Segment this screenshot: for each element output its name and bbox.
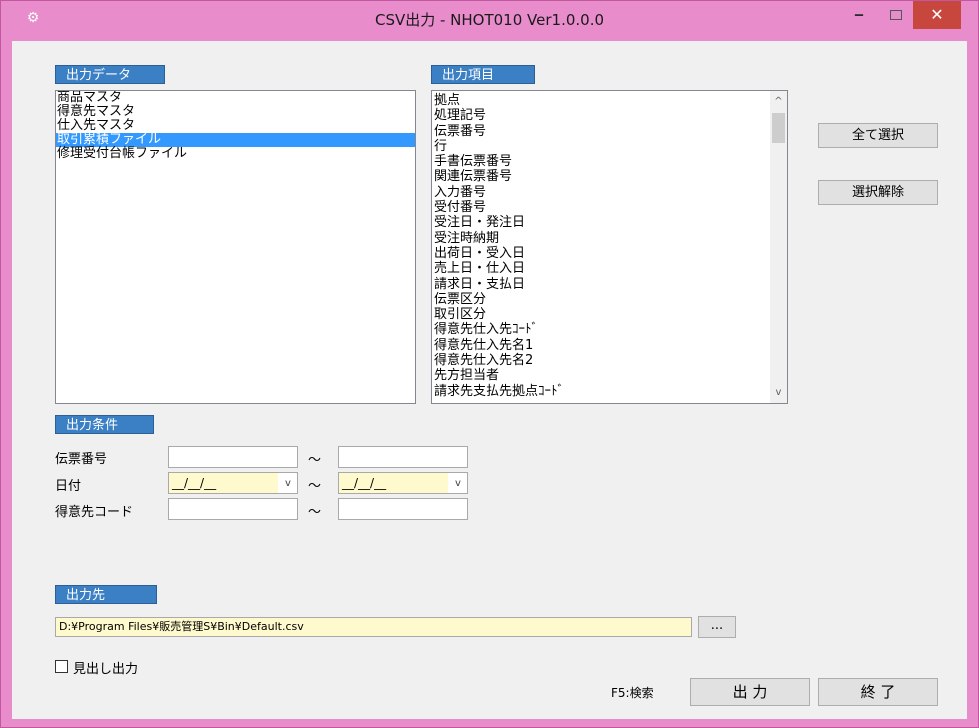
minimize-button[interactable]: ‒ bbox=[839, 1, 879, 29]
exit-button[interactable]: 終 了 bbox=[818, 678, 938, 706]
scroll-up-icon[interactable]: ^ bbox=[770, 93, 787, 110]
output-data-item[interactable]: 仕入先マスタ bbox=[56, 119, 415, 133]
range-separator: ～ bbox=[308, 505, 322, 520]
date-from-picker[interactable]: __/__/__ v bbox=[168, 472, 298, 494]
output-item[interactable]: 手書伝票番号 bbox=[433, 154, 564, 169]
output-item[interactable]: 得意先仕入先ｺｰﾄﾞ bbox=[433, 322, 564, 337]
output-item[interactable]: 取引区分 bbox=[433, 307, 564, 322]
scroll-thumb[interactable] bbox=[772, 113, 785, 143]
output-path-input[interactable]: D:¥Program Files¥販売管理S¥Bin¥Default.csv bbox=[55, 617, 692, 637]
output-data-list[interactable]: 商品マスタ 得意先マスタ 仕入先マスタ 取引累積ファイル 修理受付台帳ファイル bbox=[55, 90, 416, 404]
maximize-button[interactable] bbox=[879, 1, 913, 29]
slip-number-to-input[interactable] bbox=[338, 446, 468, 468]
output-item[interactable]: 入力番号 bbox=[433, 185, 564, 200]
output-item[interactable]: 先方担当者 bbox=[433, 368, 564, 383]
date-to-picker[interactable]: __/__/__ v bbox=[338, 472, 468, 494]
title-bar[interactable]: ⚙ CSV出力 - NHOT010 Ver1.0.0.0 ‒ ✕ bbox=[1, 1, 978, 41]
customer-code-to-input[interactable] bbox=[338, 498, 468, 520]
output-item[interactable]: 処理記号 bbox=[433, 108, 564, 123]
chevron-down-icon[interactable]: v bbox=[451, 473, 465, 493]
range-separator: ～ bbox=[308, 453, 322, 468]
output-data-item[interactable]: 修理受付台帳ファイル bbox=[56, 147, 415, 161]
date-from-value[interactable]: __/__/__ bbox=[169, 473, 278, 493]
output-item[interactable]: 拠点 bbox=[433, 93, 564, 108]
output-item[interactable]: 受注時納期 bbox=[433, 231, 564, 246]
customer-code-from-input[interactable] bbox=[168, 498, 298, 520]
client-area: 出力データ 商品マスタ 得意先マスタ 仕入先マスタ 取引累積ファイル 修理受付台帳ファイ… bbox=[12, 41, 967, 719]
output-item[interactable]: 受注日・発注日 bbox=[433, 215, 564, 230]
output-data-item[interactable]: 得意先マスタ bbox=[56, 105, 415, 119]
output-data-item[interactable]: 取引累積ファイル bbox=[56, 133, 415, 147]
slip-number-label: 伝票番号 bbox=[55, 452, 108, 467]
output-data-header: 出力データ bbox=[55, 65, 165, 84]
output-item[interactable]: 請求日・支払日 bbox=[433, 277, 564, 292]
chevron-down-icon[interactable]: v bbox=[281, 473, 295, 493]
output-items-header: 出力項目 bbox=[431, 65, 535, 84]
output-data-item[interactable]: 商品マスタ bbox=[56, 91, 415, 105]
output-item[interactable]: 伝票区分 bbox=[433, 292, 564, 307]
window-title: CSV出力 - NHOT010 Ver1.0.0.0 bbox=[374, 11, 605, 29]
output-conditions-header: 出力条件 bbox=[55, 415, 154, 434]
output-item[interactable]: 出荷日・受入日 bbox=[433, 246, 564, 261]
heading-output-checkbox[interactable] bbox=[55, 660, 68, 673]
maximize-icon bbox=[890, 10, 902, 20]
output-items-scrollbar[interactable]: ^ v bbox=[770, 91, 787, 403]
select-all-button[interactable]: 全て選択 bbox=[818, 123, 938, 148]
output-item[interactable]: 関連伝票番号 bbox=[433, 169, 564, 184]
date-to-value[interactable]: __/__/__ bbox=[339, 473, 448, 493]
output-destination-header: 出力先 bbox=[55, 585, 157, 604]
output-item[interactable]: 得意先仕入先名2 bbox=[433, 353, 564, 368]
browse-button[interactable]: ... bbox=[698, 616, 736, 638]
csv-output-window: ⚙ CSV出力 - NHOT010 Ver1.0.0.0 ‒ ✕ 出力データ 商… bbox=[0, 0, 979, 728]
output-item[interactable]: 伝票番号 bbox=[433, 124, 564, 139]
heading-output-label: 見出し出力 bbox=[73, 662, 139, 677]
output-item[interactable]: 受付番号 bbox=[433, 200, 564, 215]
close-button[interactable]: ✕ bbox=[913, 1, 961, 29]
f5-search-hint: F5:検索 bbox=[611, 686, 654, 700]
output-item[interactable]: 売上日・仕入日 bbox=[433, 261, 564, 276]
date-label: 日付 bbox=[55, 479, 82, 494]
range-separator: ～ bbox=[308, 479, 322, 494]
output-item[interactable]: 行 bbox=[433, 139, 564, 154]
customer-code-label: 得意先コード bbox=[55, 505, 134, 520]
scroll-down-icon[interactable]: v bbox=[770, 384, 787, 401]
output-item[interactable]: 請求先支払先拠点ｺｰﾄﾞ bbox=[433, 384, 564, 399]
deselect-button[interactable]: 選択解除 bbox=[818, 180, 938, 205]
output-button[interactable]: 出 力 bbox=[690, 678, 810, 706]
slip-number-from-input[interactable] bbox=[168, 446, 298, 468]
output-item[interactable]: 得意先仕入先名1 bbox=[433, 338, 564, 353]
output-items-list[interactable]: 拠点 処理記号 伝票番号行手書伝票番号 関連伝票番号 入力番号 受付番号 受注日・発注日 受注… bbox=[431, 90, 788, 404]
